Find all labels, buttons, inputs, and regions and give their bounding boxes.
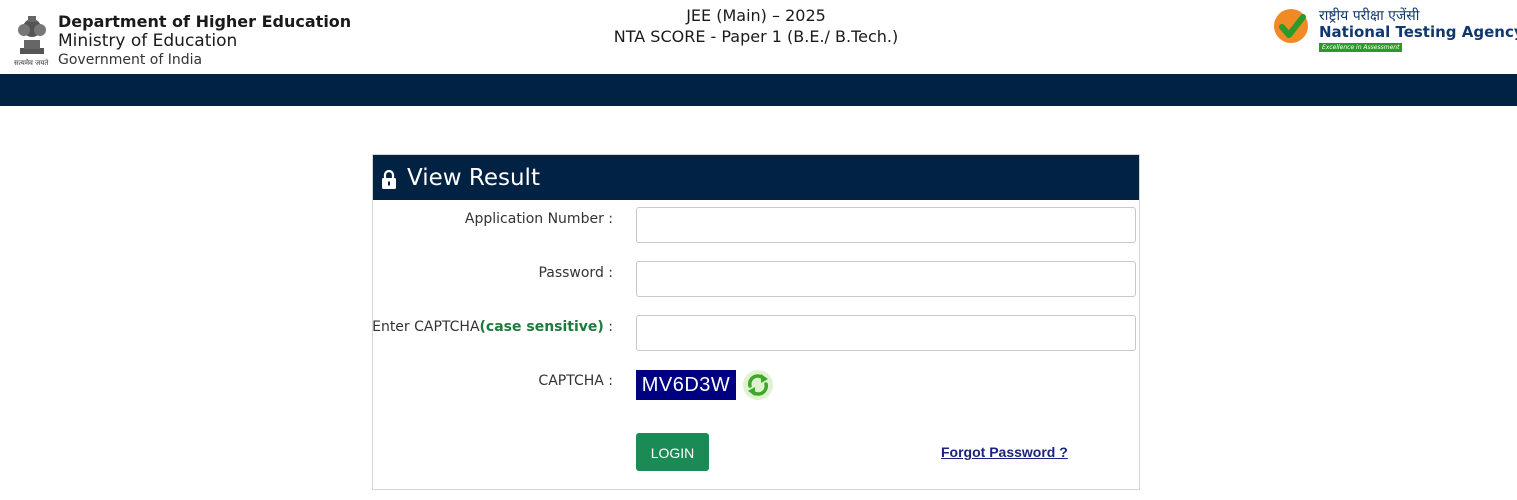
application-number-input[interactable]: [636, 207, 1136, 243]
navigation-bar: [0, 74, 1517, 106]
ministry-name: Ministry of Education: [58, 31, 238, 52]
panel-title: View Result: [407, 165, 540, 191]
page-header: सत्यमेव जयते Department of Higher Educat…: [0, 0, 1517, 74]
captcha-input-label-text: Enter CAPTCHA: [372, 319, 480, 335]
nta-tagline: Excellence in Assessment: [1319, 43, 1403, 52]
captcha-image: MV6D3W: [636, 370, 736, 400]
application-number-label: Application Number :: [464, 211, 613, 227]
case-sensitive-hint: (case sensitive): [479, 319, 604, 335]
forgot-password-link[interactable]: Forgot Password ?: [941, 444, 1068, 460]
government-name: Government of India: [58, 51, 203, 68]
login-button[interactable]: LOGIN: [636, 433, 709, 471]
nta-logo-icon: [1274, 9, 1308, 43]
captcha-input-label: Enter CAPTCHA(case sensitive) :: [372, 319, 613, 335]
captcha-input-label-colon: :: [603, 319, 613, 335]
nta-english-name: National Testing Agency: [1319, 23, 1517, 41]
captcha-label: CAPTCHA :: [538, 373, 613, 389]
password-input[interactable]: [636, 261, 1136, 297]
exam-title: JEE (Main) – 2025: [686, 6, 826, 25]
department-name: Department of Higher Education: [58, 12, 352, 31]
password-label: Password :: [538, 265, 613, 281]
lock-icon: [382, 169, 396, 189]
login-panel-header: View Result: [373, 155, 1139, 200]
captcha-input[interactable]: [636, 315, 1136, 351]
department-block: Department of Higher Education Ministry …: [58, 12, 351, 68]
exam-subtitle: NTA SCORE - Paper 1 (B.E./ B.Tech.): [613, 26, 899, 46]
refresh-captcha-icon[interactable]: [742, 369, 774, 401]
emblem-motto: सत्यमेव जयते: [14, 59, 49, 67]
exam-title-block: JEE (Main) – 2025 NTA SCORE - Paper 1 (B…: [556, 6, 956, 48]
nta-logo-block: राष्ट्रीय परीक्षा एजेंसी National Testin…: [1273, 6, 1517, 56]
login-panel: View Result Application Number : Passwor…: [372, 154, 1140, 490]
